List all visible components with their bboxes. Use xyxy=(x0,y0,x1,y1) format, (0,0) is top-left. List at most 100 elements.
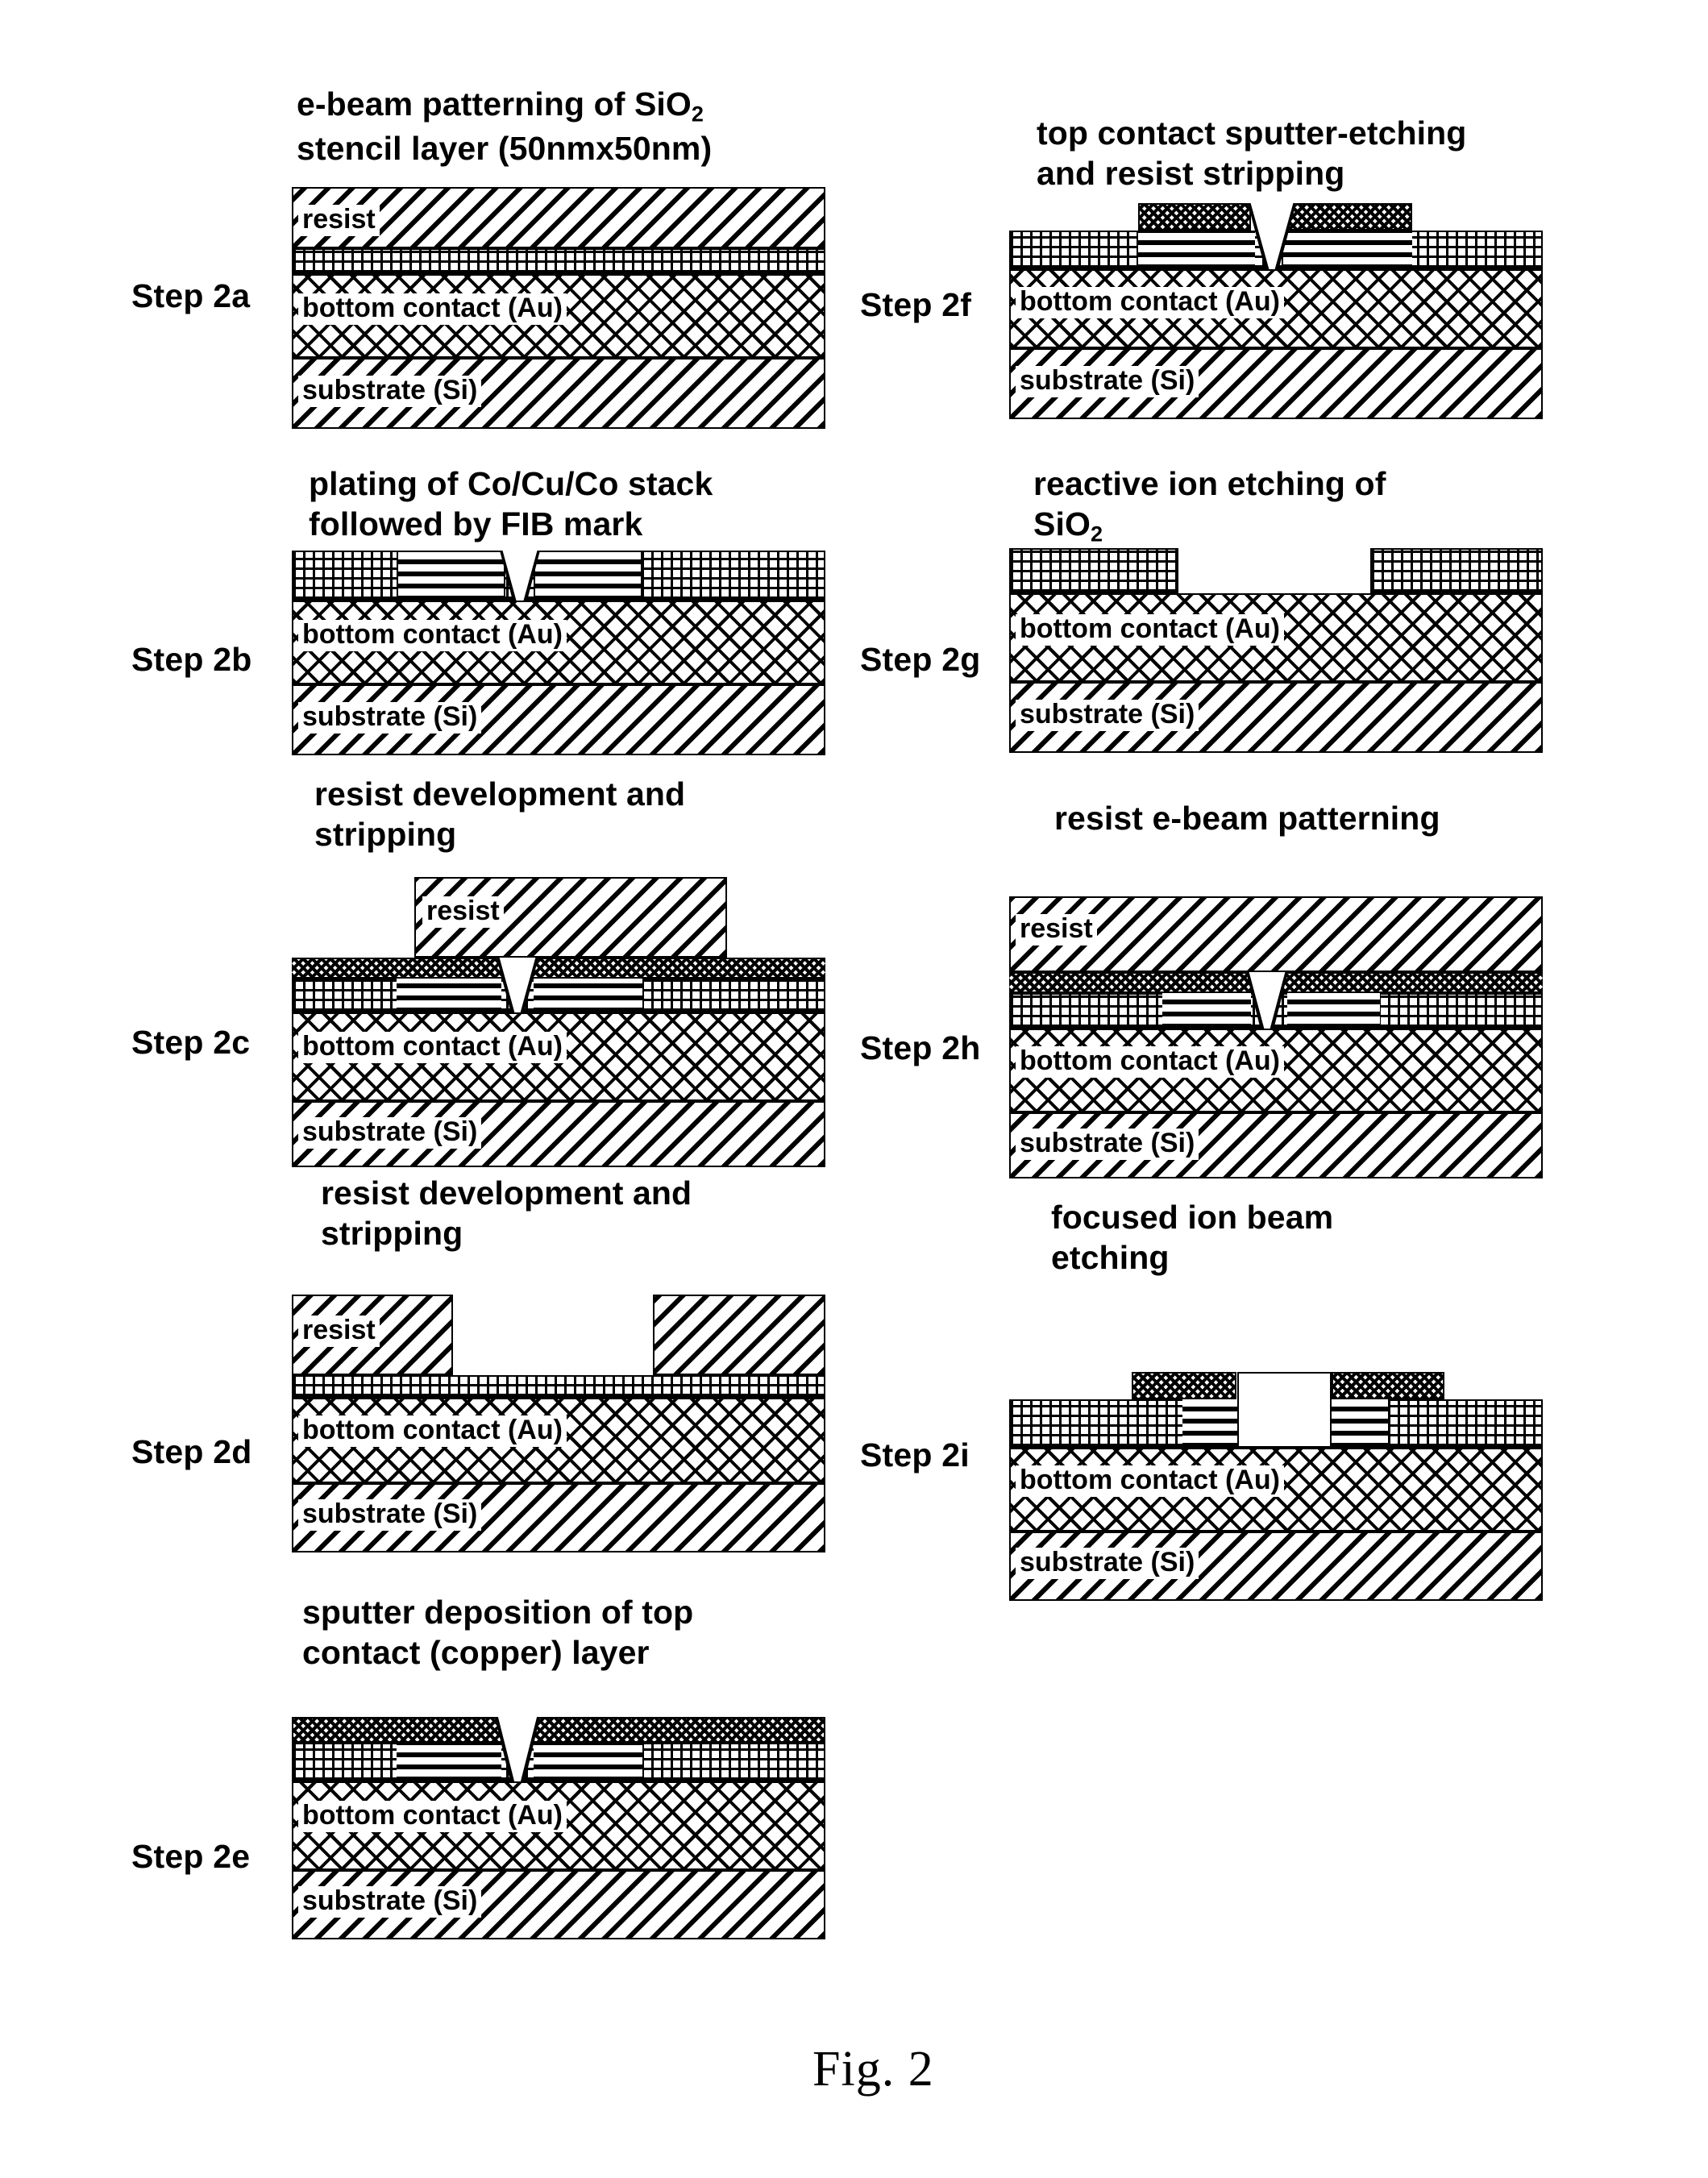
step-2h-caption: resist e-beam patterning xyxy=(1054,798,1635,838)
layer-cocuco-stack-left xyxy=(1162,993,1251,1029)
step-2b-stack: bottom contact (Au) substrate (Si) xyxy=(292,551,825,755)
step-2e-caption-line2: contact (copper) layer xyxy=(302,1634,650,1672)
step-2a-caption-line2: stencil layer (50nmx50nm) xyxy=(297,129,713,167)
step-2f-caption-line2: and resist stripping xyxy=(1037,155,1345,193)
layer-sio2-stencil xyxy=(292,1375,825,1398)
step-2d-stack: resist bottom contact (Au) substrate (Si… xyxy=(292,1295,825,1552)
step-2b-label: Step 2b xyxy=(131,641,252,678)
layer-top-contact-copper-left xyxy=(1132,1372,1236,1399)
step-2c-caption: resist development and stripping xyxy=(314,774,830,854)
step-2b-caption: plating of Co/Cu/Co stack followed by FI… xyxy=(309,463,841,544)
panel-step-2b: plating of Co/Cu/Co stack followed by FI… xyxy=(0,451,854,774)
step-2f-label: Step 2f xyxy=(860,286,972,323)
step-2g-caption-sub: 2 xyxy=(1090,522,1103,547)
panel-step-2g: reactive ion etching of SiO2 Step 2g bot… xyxy=(854,451,1708,774)
layer-bottom-contact-label: bottom contact (Au) xyxy=(1016,287,1284,318)
step-2g-caption-line2: SiO xyxy=(1033,505,1091,543)
step-2a-caption-line1: e-beam patterning of SiO xyxy=(297,85,692,123)
layer-cocuco-stack-left xyxy=(397,1743,501,1781)
step-2e-label: Step 2e xyxy=(131,1838,251,1875)
figure-caption: Fig. 2 xyxy=(812,2042,934,2097)
step-2f-stack: bottom contact (Au) substrate (Si) xyxy=(1009,203,1543,429)
layer-cocuco-stack-left xyxy=(1138,231,1255,269)
step-2c-caption-line1: resist development and xyxy=(314,775,686,813)
layer-bottom-contact-label: bottom contact (Au) xyxy=(298,1801,567,1832)
layer-substrate-label: substrate (Si) xyxy=(298,376,482,407)
layer-substrate-label: substrate (Si) xyxy=(298,1117,482,1149)
step-2a-label: Step 2a xyxy=(131,277,251,314)
layer-top-contact-copper-left xyxy=(1138,203,1251,231)
step-2e-caption-line1: sputter deposition of top xyxy=(302,1594,694,1631)
layer-bottom-contact-label: bottom contact (Au) xyxy=(298,1032,567,1063)
step-2g-stack: bottom contact (Au) substrate (Si) xyxy=(1009,548,1543,753)
step-2d-caption: resist development and stripping xyxy=(321,1173,837,1253)
layer-bottom-contact-label: bottom contact (Au) xyxy=(1016,1465,1284,1497)
step-2a-caption: e-beam patterning of SiO2 stencil layer … xyxy=(297,84,812,168)
layer-cocuco-stack-left xyxy=(1182,1399,1237,1448)
layer-resist-label: resist xyxy=(422,896,504,928)
layer-cocuco-stack-right xyxy=(534,1743,642,1781)
step-2d-label: Step 2d xyxy=(131,1433,252,1470)
layer-sio2-stencil-right xyxy=(1370,548,1543,593)
layer-substrate-label: substrate (Si) xyxy=(298,1499,482,1531)
layer-substrate-label: substrate (Si) xyxy=(1016,366,1199,397)
step-2g-label: Step 2g xyxy=(860,641,981,678)
layer-cocuco-stack-right xyxy=(1283,231,1412,269)
layer-resist-label: resist xyxy=(298,1316,380,1347)
layer-resist-right xyxy=(653,1295,825,1375)
panel-step-2f: top contact sputter-etching and resist s… xyxy=(854,0,1708,451)
step-2i-stack: bottom contact (Au) substrate (Si) xyxy=(1009,1372,1543,1601)
step-2i-caption-line1: focused ion beam xyxy=(1051,1199,1334,1236)
step-2i-caption: focused ion beam etching xyxy=(1051,1197,1567,1278)
step-2e-stack: bottom contact (Au) substrate (Si) xyxy=(292,1717,825,1951)
panel-step-2c: resist development and stripping Step 2c… xyxy=(0,774,854,1167)
step-2d-caption-line2: stripping xyxy=(321,1215,463,1253)
layer-bottom-contact-label: bottom contact (Au) xyxy=(1016,614,1284,646)
layer-bottom-contact-label: bottom contact (Au) xyxy=(298,1415,567,1447)
layer-top-contact-copper xyxy=(292,1717,825,1743)
layer-substrate-label: substrate (Si) xyxy=(298,702,482,734)
layer-cocuco-stack-right xyxy=(534,979,642,1012)
step-2h-label: Step 2h xyxy=(860,1029,981,1066)
layer-resist-label: resist xyxy=(298,205,380,236)
step-2h-caption-line1: resist e-beam patterning xyxy=(1054,800,1440,837)
layer-substrate-label: substrate (Si) xyxy=(1016,700,1199,731)
panel-step-2a: e-beam patterning of SiO2 stencil layer … xyxy=(0,0,854,451)
layer-top-contact-copper-right xyxy=(1332,1372,1444,1399)
step-2g-caption-line1: reactive ion etching of xyxy=(1033,465,1386,502)
layer-sio2-stencil xyxy=(292,248,825,274)
layer-cocuco-stack-right xyxy=(1287,993,1380,1029)
panel-step-2e: sputter deposition of top contact (coppe… xyxy=(0,1580,854,1951)
step-2h-stack: resist bottom contact (Au) substrate (Si… xyxy=(1009,896,1543,1178)
panel-step-2h: resist e-beam patterning Step 2h resist … xyxy=(854,774,1708,1178)
step-2f-caption-line1: top contact sputter-etching xyxy=(1037,114,1467,152)
layer-cocuco-stack-right xyxy=(1332,1399,1388,1448)
layer-substrate-label: substrate (Si) xyxy=(1016,1548,1199,1579)
step-2b-caption-line2: followed by FIB mark xyxy=(309,505,643,543)
panel-step-2i: focused ion beam etching Step 2i bottom … xyxy=(854,1161,1708,1601)
step-2d-caption-line1: resist development and xyxy=(321,1174,692,1212)
step-2a-caption-sub: 2 xyxy=(691,102,704,127)
step-2c-label: Step 2c xyxy=(131,1024,251,1061)
layer-cocuco-stack-left xyxy=(397,551,505,601)
layer-substrate-label: substrate (Si) xyxy=(1016,1128,1199,1160)
step-2f-caption: top contact sputter-etching and resist s… xyxy=(1037,113,1601,193)
step-2i-label: Step 2i xyxy=(860,1436,970,1473)
fib-etched-cavity xyxy=(1237,1372,1332,1448)
layer-top-contact-copper-right xyxy=(1283,203,1412,231)
layer-cocuco-stack-left xyxy=(397,979,501,1012)
step-2b-caption-line1: plating of Co/Cu/Co stack xyxy=(309,465,713,502)
step-2g-caption: reactive ion etching of SiO2 xyxy=(1033,463,1549,548)
layer-bottom-contact-label: bottom contact (Au) xyxy=(1016,1046,1284,1078)
layer-substrate-label: substrate (Si) xyxy=(298,1886,482,1918)
layer-sio2-stencil-left xyxy=(1009,548,1178,593)
step-2c-caption-line2: stripping xyxy=(314,816,457,854)
step-2i-caption-line2: etching xyxy=(1051,1239,1170,1277)
step-2c-stack: resist bottom contact (Au) substrate (Si… xyxy=(292,877,825,1167)
layer-bottom-contact-label: bottom contact (Au) xyxy=(298,293,567,325)
step-2e-caption: sputter deposition of top contact (coppe… xyxy=(302,1592,834,1673)
layer-cocuco-stack-right xyxy=(534,551,642,601)
step-2a-stack: resist bottom contact (Au) substrate (Si… xyxy=(292,187,825,429)
layer-top-contact-copper xyxy=(292,958,825,979)
panel-step-2d: resist development and stripping Step 2d… xyxy=(0,1161,854,1552)
